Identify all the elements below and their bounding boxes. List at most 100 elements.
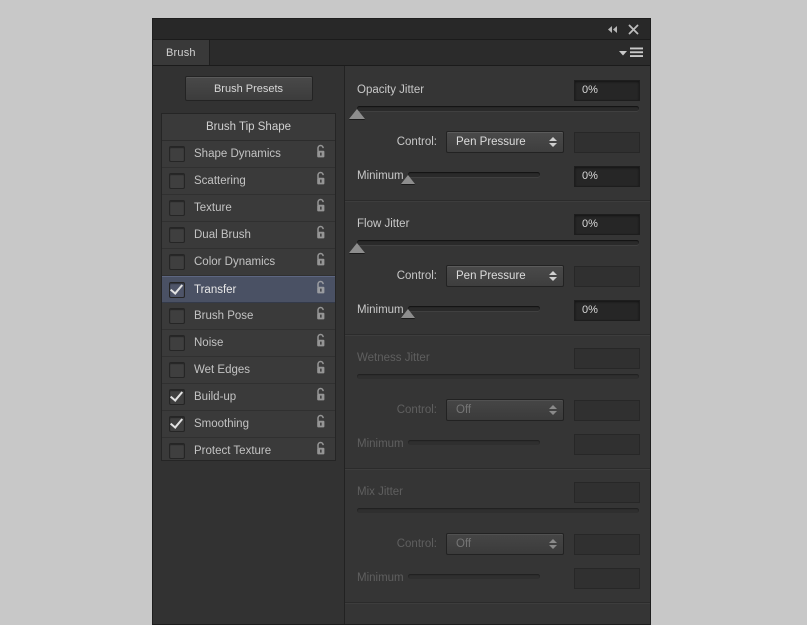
brush-option-label: Build-up bbox=[194, 391, 237, 403]
stepper-arrows-icon bbox=[548, 269, 557, 283]
brush-option-label: Scattering bbox=[194, 175, 246, 187]
hamburger-icon bbox=[630, 47, 643, 57]
control-extra-field[interactable] bbox=[574, 131, 640, 153]
minimum-slider[interactable] bbox=[400, 302, 540, 318]
brush-tip-shape-item[interactable]: Brush Tip Shape bbox=[162, 114, 335, 141]
brush-option-row[interactable]: Protect Texture bbox=[162, 438, 335, 460]
jitter-slider[interactable] bbox=[345, 104, 650, 120]
brush-option-row[interactable]: Scattering bbox=[162, 168, 335, 195]
brush-option-row[interactable]: Dual Brush bbox=[162, 222, 335, 249]
brush-option-row[interactable]: Shape Dynamics bbox=[162, 141, 335, 168]
control-row: Control: Off bbox=[345, 396, 650, 424]
control-dropdown-value: Pen Pressure bbox=[456, 136, 526, 148]
jitter-slider-handle[interactable] bbox=[349, 243, 365, 253]
brush-option-checkbox[interactable] bbox=[169, 227, 185, 243]
minimum-row: Minimum bbox=[345, 430, 650, 458]
control-dropdown[interactable]: Pen Pressure bbox=[446, 131, 564, 153]
brush-option-row[interactable]: Transfer bbox=[162, 276, 335, 303]
brush-option-row[interactable]: Build-up bbox=[162, 384, 335, 411]
minimum-row: Minimum 0% bbox=[345, 162, 650, 190]
jitter-slider[interactable] bbox=[345, 238, 650, 254]
jitter-slider[interactable] bbox=[345, 372, 650, 388]
tabbar-empty-space bbox=[209, 40, 618, 65]
jitter-slider-track[interactable] bbox=[357, 374, 639, 379]
lock-open-icon bbox=[317, 333, 325, 347]
brush-option-checkbox[interactable] bbox=[169, 389, 185, 405]
control-extra-field[interactable] bbox=[574, 533, 640, 555]
control-dropdown[interactable]: Off bbox=[446, 533, 564, 555]
brush-option-checkbox[interactable] bbox=[169, 443, 185, 459]
section-divider bbox=[345, 602, 650, 604]
brush-option-checkbox[interactable] bbox=[169, 200, 185, 216]
stepper-arrows-icon bbox=[548, 403, 557, 417]
tab-brush-label: Brush bbox=[166, 46, 196, 59]
brush-options-list: Brush Tip Shape Shape Dynamics Scattering… bbox=[161, 113, 336, 461]
tab-brush[interactable]: Brush bbox=[153, 40, 210, 65]
minimum-slider-handle[interactable] bbox=[400, 175, 415, 184]
lock-toggle[interactable] bbox=[314, 225, 327, 245]
brush-option-checkbox[interactable] bbox=[169, 335, 185, 351]
control-dropdown[interactable]: Off bbox=[446, 399, 564, 421]
collapse-to-icons-button[interactable] bbox=[603, 21, 621, 37]
jitter-slider-track[interactable] bbox=[357, 240, 639, 245]
minimum-value-field[interactable] bbox=[574, 433, 640, 455]
control-dropdown-value: Pen Pressure bbox=[456, 270, 526, 282]
double-left-arrow-icon bbox=[607, 25, 617, 33]
minimum-slider-track[interactable] bbox=[407, 172, 540, 177]
panel-menu-button[interactable] bbox=[618, 40, 650, 65]
lock-toggle[interactable] bbox=[314, 441, 327, 460]
minimum-slider-track[interactable] bbox=[407, 574, 540, 579]
brush-option-checkbox[interactable] bbox=[169, 254, 185, 270]
minimum-slider[interactable] bbox=[407, 570, 540, 586]
minimum-value-field[interactable]: 0% bbox=[574, 165, 640, 187]
brush-option-row[interactable]: Texture bbox=[162, 195, 335, 222]
jitter-slider-track[interactable] bbox=[357, 508, 639, 513]
lock-toggle[interactable] bbox=[314, 144, 327, 164]
brush-option-row[interactable]: Wet Edges bbox=[162, 357, 335, 384]
lock-toggle[interactable] bbox=[314, 171, 327, 191]
jitter-value-field[interactable] bbox=[574, 481, 640, 503]
brush-option-row[interactable]: Noise bbox=[162, 330, 335, 357]
lock-toggle[interactable] bbox=[314, 198, 327, 218]
brush-presets-button[interactable]: Brush Presets bbox=[184, 76, 313, 101]
brush-option-checkbox[interactable] bbox=[169, 281, 185, 298]
brush-option-row[interactable]: Brush Pose bbox=[162, 303, 335, 330]
lock-toggle[interactable] bbox=[314, 306, 327, 326]
minimum-slider[interactable] bbox=[400, 168, 540, 184]
control-extra-field[interactable] bbox=[574, 399, 640, 421]
jitter-section: Flow Jitter 0% Control: Pen Pressure Minimum… bbox=[345, 210, 650, 336]
minimum-value-field[interactable]: 0% bbox=[574, 299, 640, 321]
minimum-slider-handle[interactable] bbox=[400, 309, 415, 318]
brush-option-row[interactable]: Smoothing bbox=[162, 411, 335, 438]
brush-option-checkbox[interactable] bbox=[169, 416, 185, 432]
brush-option-label: Dual Brush bbox=[194, 229, 251, 241]
minimum-row: Minimum bbox=[345, 564, 650, 592]
lock-toggle[interactable] bbox=[314, 387, 327, 407]
minimum-slider[interactable] bbox=[407, 436, 540, 452]
brush-option-checkbox[interactable] bbox=[169, 362, 185, 378]
lock-toggle[interactable] bbox=[314, 333, 327, 353]
lock-toggle[interactable] bbox=[314, 414, 327, 434]
brush-option-row[interactable]: Color Dynamics bbox=[162, 249, 335, 276]
minimum-slider-track[interactable] bbox=[407, 440, 540, 445]
jitter-slider-track[interactable] bbox=[357, 106, 639, 111]
minimum-label: Minimum bbox=[357, 438, 404, 450]
brush-option-checkbox[interactable] bbox=[169, 308, 185, 324]
brush-option-checkbox[interactable] bbox=[169, 173, 185, 189]
control-dropdown[interactable]: Pen Pressure bbox=[446, 265, 564, 287]
control-extra-field[interactable] bbox=[574, 265, 640, 287]
close-panel-button[interactable] bbox=[624, 21, 642, 37]
lock-toggle[interactable] bbox=[314, 252, 327, 272]
jitter-slider-handle[interactable] bbox=[349, 109, 365, 119]
section-divider bbox=[345, 468, 650, 470]
minimum-slider-track[interactable] bbox=[407, 306, 540, 311]
jitter-value-field[interactable] bbox=[574, 347, 640, 369]
jitter-value-field[interactable]: 0% bbox=[574, 213, 640, 235]
lock-toggle[interactable] bbox=[314, 360, 327, 380]
jitter-value-field[interactable]: 0% bbox=[574, 79, 640, 101]
minimum-value-field[interactable] bbox=[574, 567, 640, 589]
jitter-slider[interactable] bbox=[345, 506, 650, 522]
brush-option-checkbox[interactable] bbox=[169, 146, 185, 162]
lock-toggle[interactable] bbox=[314, 280, 327, 300]
brush-presets-label: Brush Presets bbox=[213, 82, 284, 95]
